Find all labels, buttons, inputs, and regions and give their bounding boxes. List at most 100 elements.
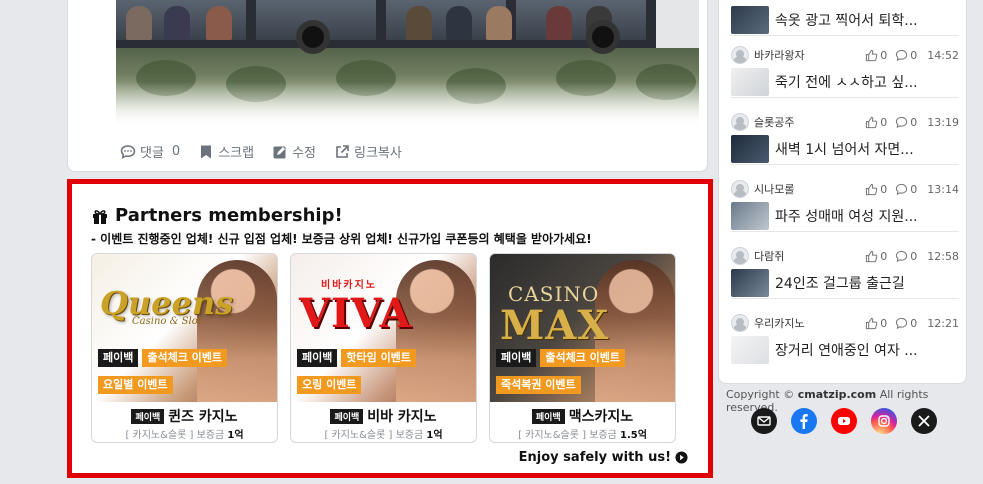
avatar <box>731 46 749 64</box>
thumbs-up-icon <box>866 49 878 61</box>
post-meta: 우리카지노 0 0 12:21 <box>731 312 959 334</box>
author-name: 슬롯공주 <box>754 116 795 129</box>
deposit-label: 보증금 <box>395 430 424 441</box>
sidebar-post-link[interactable]: 죽기 전에 ㅅㅅ하고 싶... <box>731 66 959 98</box>
instagram-icon <box>878 415 890 427</box>
comments-count: 0 <box>895 317 917 330</box>
comments-count: 0 <box>171 144 181 159</box>
post-meta: 바카라왕자 0 0 14:52 <box>731 44 959 66</box>
copyright-site: cmatzip.com <box>797 388 877 401</box>
likes-count: 0 <box>865 250 887 263</box>
edit-label: 수정 <box>292 146 317 161</box>
sidebar-post-link[interactable]: 파주 성매매 여성 지원... <box>731 200 959 232</box>
sidebar-post-item: 바카라왕자 0 0 14:52 죽기 전에 ㅅㅅ하고 싶... <box>731 44 959 98</box>
partner-category: [ 카지노&슬롯 ] <box>518 430 587 441</box>
tag-event: 요일별 이벤트 <box>98 376 173 394</box>
likes-count: 0 <box>865 183 887 196</box>
author-name: 우리카지노 <box>754 317 805 330</box>
sidebar-post-title: 속옷 광고 찍어서 퇴학... <box>775 12 918 29</box>
instagram-button[interactable] <box>871 408 897 434</box>
partner-card-viva[interactable]: 비바카지노 VIVA 페이백 핫타임 이벤트 오링 이벤트 페이백 비바 카지노… <box>290 253 477 443</box>
tag-event: 출석체크 이벤트 <box>540 349 626 367</box>
post-meta: 시나모롤 0 0 13:14 <box>731 178 959 200</box>
comments-value: 0 <box>910 48 918 62</box>
partner-name-text: 비바 카지노 <box>367 409 437 425</box>
comment-icon <box>896 183 908 195</box>
external-link-icon <box>336 144 349 158</box>
comments-count: 0 <box>895 116 917 129</box>
comment-icon <box>896 250 908 262</box>
likes-count: 0 <box>865 317 887 330</box>
x-twitter-button[interactable] <box>911 408 937 434</box>
sidebar-popular-posts: 속옷 광고 찍어서 퇴학... 바카라왕자 0 0 14:52 죽기 전에 ㅅㅅ… <box>718 0 967 384</box>
play-circle-icon <box>675 451 688 464</box>
post-time: 13:19 <box>927 115 959 129</box>
sidebar-post-item: 시나모롤 0 0 13:14 파주 성매매 여성 지원... <box>731 178 959 232</box>
tag-payback: 페이백 <box>297 349 338 367</box>
email-button[interactable] <box>751 408 777 434</box>
comments-count: 0 <box>895 49 917 62</box>
youtube-button[interactable] <box>831 408 857 434</box>
social-links <box>751 408 937 434</box>
comments-count: 0 <box>895 183 917 196</box>
partners-membership-box: Partners membership! - 이벤트 진행중인 업체! 신규 입… <box>67 179 713 478</box>
partner-logo-sub: Casino & Slot <box>132 316 202 327</box>
sidebar-post-item: 우리카지노 0 0 12:21 장거리 연애중인 여자 ... <box>731 312 959 366</box>
avatar <box>731 180 749 198</box>
edit-button[interactable]: 수정 <box>272 142 316 161</box>
scrap-button[interactable]: 스크랩 <box>198 142 254 161</box>
post-thumbnail <box>731 134 769 163</box>
deposit-label: 보증금 <box>589 430 617 441</box>
name-badge: 페이백 <box>330 408 364 424</box>
sidebar-post-link[interactable]: 장거리 연애중인 여자 ... <box>731 334 959 366</box>
partner-logo: MAX <box>500 302 610 349</box>
thumbs-up-icon <box>866 183 878 195</box>
likes-value: 0 <box>880 115 888 129</box>
partner-name-text: 맥스카지노 <box>568 409 634 425</box>
copy-link-label: 링크복사 <box>354 146 402 161</box>
copy-link-button[interactable]: 링크복사 <box>334 142 402 161</box>
author-name: 다람쥐 <box>754 250 785 263</box>
comments-label: 댓글 <box>140 146 164 161</box>
comment-icon <box>896 49 908 61</box>
comments-count: 0 <box>895 250 917 263</box>
sidebar-post-link[interactable]: 24인조 걸그룹 출근길 <box>731 267 959 299</box>
enjoy-link[interactable]: Enjoy safely with us! <box>519 450 688 465</box>
facebook-button[interactable] <box>791 408 817 434</box>
sidebar-post-link[interactable]: 속옷 광고 찍어서 퇴학... <box>731 4 959 36</box>
partners-title-text: Partners membership! <box>115 205 343 226</box>
sidebar-post-link[interactable]: 새벽 1시 넘어서 자면... <box>731 133 959 165</box>
partner-card-queens[interactable]: Queens Casino & Slot 페이백 출석체크 이벤트 요일별 이벤… <box>91 253 278 443</box>
comments-value: 0 <box>910 316 918 330</box>
partner-card-max[interactable]: CASINO MAX 페이백 출석체크 이벤트 죽석복권 이벤트 페이백 맥스카… <box>489 253 676 443</box>
partner-meta: [ 카지노&슬롯 ] 보증금 1억 <box>291 426 476 441</box>
scrap-label: 스크랩 <box>218 146 255 161</box>
name-badge: 페이백 <box>531 408 565 424</box>
x-icon <box>918 415 930 427</box>
comments-button[interactable]: 댓글 0 <box>120 142 180 161</box>
post-thumbnail <box>731 67 769 96</box>
tag-payback: 페이백 <box>496 349 537 367</box>
sidebar-post-title: 장거리 연애중인 여자 ... <box>775 343 918 359</box>
partner-banner: 비바카지노 VIVA 페이백 핫타임 이벤트 오링 이벤트 <box>291 254 476 402</box>
post-meta: 다람쥐 0 0 12:58 <box>731 245 959 267</box>
likes-value: 0 <box>880 182 888 196</box>
avatar <box>731 314 749 332</box>
partner-meta: [ 카지노&슬롯 ] 보증금 1.5억 <box>490 426 675 441</box>
likes-value: 0 <box>880 316 888 330</box>
partner-banner: Queens Casino & Slot 페이백 출석체크 이벤트 요일별 이벤… <box>92 254 277 402</box>
thumbs-up-icon <box>866 317 878 329</box>
email-icon <box>757 416 771 426</box>
likes-count: 0 <box>865 49 887 62</box>
thumbs-up-icon <box>866 250 878 262</box>
sidebar-post-title: 죽기 전에 ㅅㅅ하고 싶... <box>775 74 918 91</box>
avatar <box>731 113 749 131</box>
post-thumbnail <box>731 268 769 297</box>
bookmark-icon <box>201 145 212 158</box>
post-meta: 슬롯공주 0 0 13:19 <box>731 111 959 133</box>
post-time: 12:58 <box>927 249 959 263</box>
tag-event: 죽석복권 이벤트 <box>496 376 581 394</box>
partner-name: 페이백 퀸즈 카지노 <box>92 406 277 426</box>
tag-event: 오링 이벤트 <box>297 376 362 394</box>
gift-icon <box>93 209 107 224</box>
